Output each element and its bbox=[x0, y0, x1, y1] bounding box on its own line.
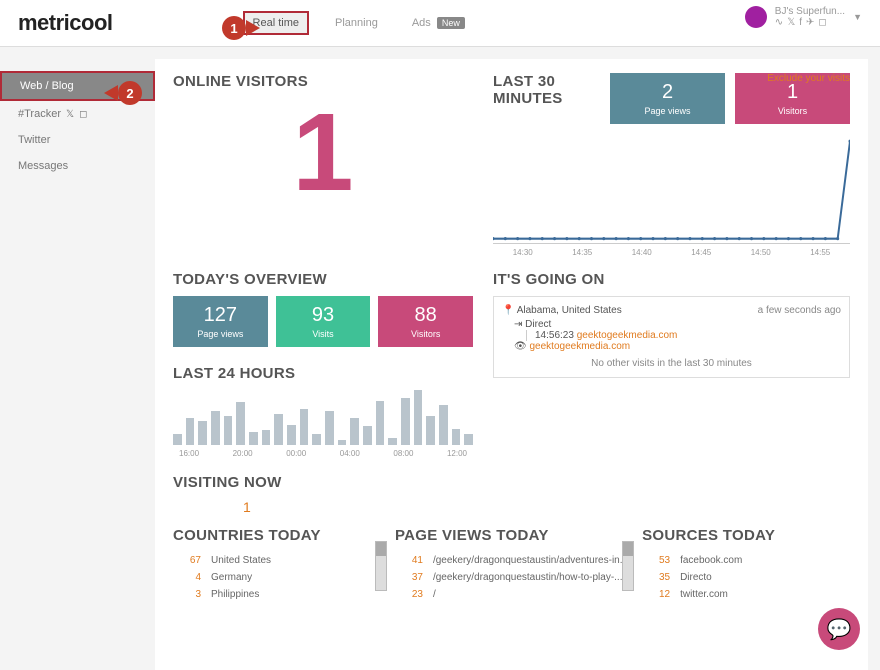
pin-icon: 📍 bbox=[502, 305, 514, 316]
going-link-1[interactable]: geektogeekmedia.com bbox=[577, 330, 678, 341]
callout-number-2: 2 bbox=[118, 81, 142, 105]
going-none: No other visits in the last 30 minutes bbox=[502, 358, 841, 369]
nav-ads-label: Ads bbox=[412, 17, 431, 29]
today-visitors-label: Visitors bbox=[382, 329, 469, 339]
user-name: BJ's Superfun... bbox=[775, 6, 845, 17]
last30-xticks: 14:3014:3514:4014:4514:5014:55 bbox=[493, 248, 850, 257]
list-item[interactable]: 53facebook.com bbox=[642, 552, 850, 569]
today-visits-value: 93 bbox=[280, 304, 367, 327]
sidebar: Web / Blog #Tracker 𝕏 ◻ Twitter Messages bbox=[0, 47, 155, 670]
list-item[interactable]: 67United States bbox=[173, 552, 381, 569]
social-icons: ∿ 𝕏 f ✈ ◻ bbox=[775, 17, 845, 28]
last30-pageviews-tile: 2 Page views bbox=[610, 73, 725, 124]
visiting-now-value: 1 bbox=[243, 499, 850, 515]
online-visitors-title: ONLINE VISITORS bbox=[173, 73, 473, 90]
last30-title: LAST 30 MINUTES bbox=[493, 73, 600, 107]
list-item[interactable]: 41/geekery/dragonquestaustin/adventures-… bbox=[395, 552, 628, 569]
last24-xticks: 16:0020:0000:0004:0008:0012:00 bbox=[173, 449, 473, 458]
rss-icon: ∿ bbox=[775, 17, 783, 28]
last30-pageviews-label: Page views bbox=[614, 106, 721, 116]
going-ago: a few seconds ago bbox=[758, 305, 841, 316]
sidebar-item-messages[interactable]: Messages bbox=[0, 153, 155, 179]
today-visitors-value: 88 bbox=[382, 304, 469, 327]
header: metricool Real time Planning Ads New BJ'… bbox=[0, 0, 880, 47]
list-item[interactable]: 3Philippines bbox=[173, 586, 381, 603]
scrollbar[interactable] bbox=[622, 541, 634, 591]
tutorial-callout-1: 1 bbox=[222, 16, 260, 40]
chat-icon: 💬 bbox=[827, 617, 852, 642]
today-pageviews-value: 127 bbox=[177, 304, 264, 327]
user-area[interactable]: BJ's Superfun... ∿ 𝕏 f ✈ ◻ ▼ bbox=[745, 6, 862, 28]
chat-fab[interactable]: 💬 bbox=[818, 608, 860, 650]
sidebar-item-twitter[interactable]: Twitter bbox=[0, 127, 155, 153]
direct-icon: ⇥ bbox=[514, 319, 522, 330]
today-overview-title: TODAY'S OVERVIEW bbox=[173, 271, 473, 288]
online-visitors-value: 1 bbox=[173, 98, 473, 208]
list-item[interactable]: 23/ bbox=[395, 586, 628, 603]
instagram-icon: ◻ bbox=[818, 17, 826, 28]
scrollbar[interactable] bbox=[375, 541, 387, 591]
countries-today: COUNTRIES TODAY 67United States4Germany3… bbox=[173, 527, 381, 603]
instagram-icon: ◻ bbox=[79, 109, 87, 120]
last30-visitors-label: Visitors bbox=[739, 106, 846, 116]
facebook-icon: f bbox=[799, 17, 802, 28]
avatar[interactable] bbox=[745, 6, 767, 28]
going-on-box: 📍 Alabama, United States a few seconds a… bbox=[493, 296, 850, 378]
main-content: Exclude your visits ONLINE VISITORS 1 LA… bbox=[155, 59, 868, 670]
going-time: 14:56:23 bbox=[535, 330, 574, 341]
going-link-2[interactable]: geektogeekmedia.com bbox=[529, 341, 630, 352]
going-location: Alabama, United States bbox=[517, 305, 622, 316]
last30-pageviews-value: 2 bbox=[614, 81, 721, 104]
nav-planning[interactable]: Planning bbox=[327, 13, 386, 33]
pageviews-today: PAGE VIEWS TODAY 41/geekery/dragonquesta… bbox=[395, 527, 628, 603]
twitter-icon: 𝕏 bbox=[66, 109, 74, 120]
sources-today: SOURCES TODAY 53facebook.com35Directo12t… bbox=[642, 527, 850, 603]
sidebar-item-label: #Tracker bbox=[18, 108, 61, 120]
list-item[interactable]: 4Germany bbox=[173, 569, 381, 586]
last30-visitors-value: 1 bbox=[739, 81, 846, 104]
exclude-visits-link[interactable]: Exclude your visits bbox=[767, 73, 850, 84]
eye-icon: 👁 bbox=[514, 341, 527, 352]
last30-chart bbox=[493, 124, 850, 244]
today-pageviews-label: Page views bbox=[177, 329, 264, 339]
visiting-now-title: VISITING NOW bbox=[173, 474, 850, 491]
today-visitors-tile: 88 Visitors bbox=[378, 296, 473, 347]
list-item[interactable]: 37/geekery/dragonquestaustin/how-to-play… bbox=[395, 569, 628, 586]
plane-icon: ✈ bbox=[806, 17, 814, 28]
last24-title: LAST 24 HOURS bbox=[173, 365, 473, 382]
callout-number-1: 1 bbox=[222, 16, 246, 40]
sources-title: SOURCES TODAY bbox=[642, 527, 850, 544]
today-visits-tile: 93 Visits bbox=[276, 296, 371, 347]
pageviews-title: PAGE VIEWS TODAY bbox=[395, 527, 628, 544]
new-badge: New bbox=[437, 17, 465, 29]
going-source: Direct bbox=[525, 319, 551, 330]
countries-title: COUNTRIES TODAY bbox=[173, 527, 381, 544]
twitter-icon: 𝕏 bbox=[787, 17, 795, 28]
tutorial-callout-2: 2 bbox=[104, 81, 142, 105]
last24-chart bbox=[173, 390, 473, 445]
going-on-title: IT'S GOING ON bbox=[493, 271, 850, 288]
list-item[interactable]: 35Directo bbox=[642, 569, 850, 586]
top-nav: Real time Planning Ads New bbox=[243, 11, 473, 35]
nav-ads[interactable]: Ads New bbox=[404, 13, 473, 33]
chevron-down-icon[interactable]: ▼ bbox=[853, 12, 862, 22]
today-visits-label: Visits bbox=[280, 329, 367, 339]
today-pageviews-tile: 127 Page views bbox=[173, 296, 268, 347]
brand-logo: metricool bbox=[18, 10, 113, 36]
list-item[interactable]: 12twitter.com bbox=[642, 586, 850, 603]
